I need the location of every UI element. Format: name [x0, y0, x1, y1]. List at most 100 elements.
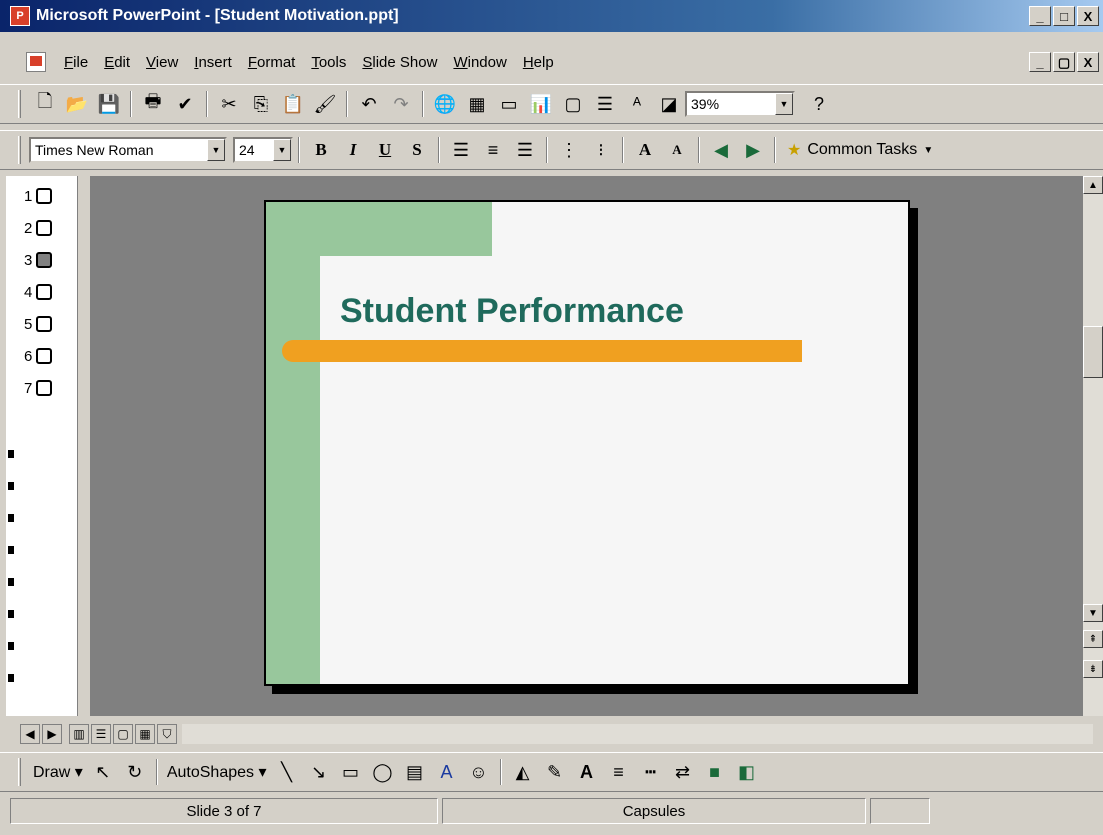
scroll-left-icon[interactable]: ◀ [20, 724, 40, 744]
normal-view-icon[interactable]: ▥ [69, 724, 89, 744]
slide-thumbnail-5[interactable]: 5 [6, 308, 77, 340]
decrease-font-icon[interactable]: A [663, 136, 691, 164]
pane-splitter[interactable] [78, 176, 90, 716]
font-size-select[interactable]: 24 ▼ [233, 137, 293, 163]
scroll-down-icon[interactable]: ▼ [1083, 604, 1103, 622]
vertical-scrollbar[interactable]: ▲ ▼ ⇞ ⇟ [1083, 176, 1103, 716]
outline-view-icon[interactable]: ☰ [91, 724, 111, 744]
close-button[interactable]: X [1077, 6, 1099, 26]
autoshapes-menu-button[interactable]: AutoShapes ▾ [163, 762, 271, 782]
toolbar-grip[interactable] [18, 90, 21, 118]
menu-file[interactable]: File [56, 54, 96, 71]
print-icon[interactable]: 🖶 [139, 90, 167, 118]
doc-restore-button[interactable]: ▢ [1053, 52, 1075, 72]
align-center-icon[interactable]: ≡ [479, 136, 507, 164]
format-painter-icon[interactable]: 🖌 [311, 90, 339, 118]
wordart-icon[interactable]: A [433, 758, 461, 786]
save-icon[interactable]: 💾 [95, 90, 123, 118]
zoom-select[interactable]: 39% ▼ [685, 91, 795, 117]
font-color-icon[interactable]: A [573, 758, 601, 786]
menu-slide-show[interactable]: Slide Show [354, 54, 445, 71]
toolbar-grip[interactable] [18, 136, 21, 164]
menu-insert[interactable]: Insert [186, 54, 240, 71]
new-slide-icon[interactable]: ▢ [559, 90, 587, 118]
menu-tools[interactable]: Tools [303, 54, 354, 71]
next-slide-icon[interactable]: ⇟ [1083, 660, 1103, 678]
promote-icon[interactable]: ◀ [707, 136, 735, 164]
slide-thumbnail-1[interactable]: 1 [6, 180, 77, 212]
powerpoint-icon[interactable]: P [10, 6, 30, 26]
spelling-icon[interactable]: ✔ [171, 90, 199, 118]
draw-menu-button[interactable]: Draw ▾ [29, 762, 87, 782]
table-icon[interactable]: ▦ [463, 90, 491, 118]
slide-thumbnail-2[interactable]: 2 [6, 212, 77, 244]
menu-format[interactable]: Format [240, 54, 304, 71]
cut-icon[interactable]: ✂ [215, 90, 243, 118]
doc-minimize-button[interactable]: _ [1029, 52, 1051, 72]
arrow-icon[interactable]: ↘ [305, 758, 333, 786]
tables-borders-icon[interactable]: ▭ [495, 90, 523, 118]
minimize-button[interactable]: _ [1029, 6, 1051, 26]
font-select[interactable]: Times New Roman ▼ [29, 137, 227, 163]
slide-title[interactable]: Student Performance [340, 292, 684, 331]
line-icon[interactable]: ╲ [273, 758, 301, 786]
text-box-icon[interactable]: ▤ [401, 758, 429, 786]
italic-icon[interactable]: I [339, 136, 367, 164]
hyperlink-icon[interactable]: 🌐 [431, 90, 459, 118]
shadow-icon[interactable]: S [403, 136, 431, 164]
bullets-icon[interactable]: ⁝ [587, 136, 615, 164]
3d-style-icon[interactable]: ◧ [733, 758, 761, 786]
slide-view-icon[interactable]: ▢ [113, 724, 133, 744]
menu-view[interactable]: View [138, 54, 186, 71]
previous-slide-icon[interactable]: ⇞ [1083, 630, 1103, 648]
slide-show-icon[interactable]: ⛉ [157, 724, 177, 744]
numbering-icon[interactable]: ⋮ [555, 136, 583, 164]
maximize-button[interactable]: □ [1053, 6, 1075, 26]
dash-style-icon[interactable]: ┅ [637, 758, 665, 786]
scroll-right-icon[interactable]: ▶ [42, 724, 62, 744]
align-left-icon[interactable]: ☰ [447, 136, 475, 164]
paste-icon[interactable]: 📋 [279, 90, 307, 118]
slide-thumbnail-6[interactable]: 6 [6, 340, 77, 372]
slide-thumbnail-7[interactable]: 7 [6, 372, 77, 404]
doc-close-button[interactable]: X [1077, 52, 1099, 72]
slide-sorter-icon[interactable]: ▦ [135, 724, 155, 744]
slide[interactable]: Student Performance [264, 200, 910, 686]
chart-icon[interactable]: 📊 [527, 90, 555, 118]
arrow-style-icon[interactable]: ⇄ [669, 758, 697, 786]
document-icon[interactable] [26, 52, 46, 72]
redo-icon[interactable]: ↷ [387, 90, 415, 118]
menu-edit[interactable]: Edit [96, 54, 138, 71]
open-icon[interactable]: 📂 [63, 90, 91, 118]
free-rotate-icon[interactable]: ↻ [121, 758, 149, 786]
help-icon[interactable]: ? [805, 90, 833, 118]
chevron-down-icon[interactable]: ▼ [207, 139, 225, 161]
underline-icon[interactable]: U [371, 136, 399, 164]
clip-art-icon[interactable]: ☺ [465, 758, 493, 786]
slide-thumbnail-4[interactable]: 4 [6, 276, 77, 308]
bold-icon[interactable]: B [307, 136, 335, 164]
copy-icon[interactable]: ⎘ [247, 90, 275, 118]
slide-thumbnail-3[interactable]: 3 [6, 244, 77, 276]
grayscale-icon[interactable]: ◪ [655, 90, 683, 118]
show-formatting-icon[interactable]: ᴬ [623, 90, 651, 118]
common-tasks-button[interactable]: ★ Common Tasks ▼ [787, 140, 933, 160]
rectangle-icon[interactable]: ▭ [337, 758, 365, 786]
align-right-icon[interactable]: ☰ [511, 136, 539, 164]
menu-window[interactable]: Window [445, 54, 514, 71]
horizontal-scrollbar[interactable] [182, 724, 1093, 744]
toolbar-grip[interactable] [18, 758, 21, 786]
scroll-up-icon[interactable]: ▲ [1083, 176, 1103, 194]
chevron-down-icon[interactable]: ▼ [775, 93, 793, 115]
new-icon[interactable]: 🗋 [31, 90, 59, 118]
undo-icon[interactable]: ↶ [355, 90, 383, 118]
shadow-style-icon[interactable]: ■ [701, 758, 729, 786]
line-color-icon[interactable]: ✎ [541, 758, 569, 786]
expand-all-icon[interactable]: ☰ [591, 90, 619, 118]
increase-font-icon[interactable]: A [631, 136, 659, 164]
line-style-icon[interactable]: ≡ [605, 758, 633, 786]
demote-icon[interactable]: ▶ [739, 136, 767, 164]
fill-color-icon[interactable]: ◭ [509, 758, 537, 786]
menu-help[interactable]: Help [515, 54, 562, 71]
chevron-down-icon[interactable]: ▼ [273, 139, 291, 161]
